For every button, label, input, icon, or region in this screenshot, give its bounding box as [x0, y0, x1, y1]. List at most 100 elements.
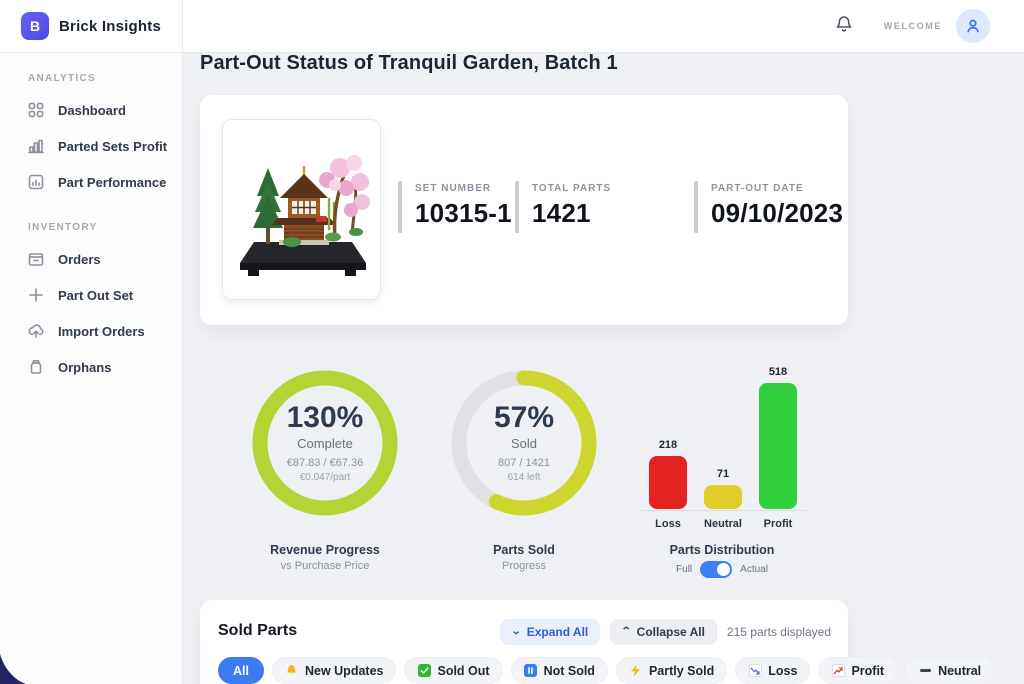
parts-distribution-chart: 218 71 518 Loss Neutral Profit	[640, 362, 808, 532]
sidebar-item-label: Orders	[58, 252, 101, 267]
notifications-bell-icon[interactable]	[834, 14, 854, 39]
sidebar-item-dashboard[interactable]: Dashboard	[0, 92, 182, 128]
box-icon	[27, 250, 45, 268]
stat-label: PART-OUT DATE	[711, 183, 843, 194]
chip-label: Not Sold	[544, 664, 595, 678]
chip-label: New Updates	[305, 664, 384, 678]
bar-chart-icon	[27, 137, 45, 155]
donut-detail-2: 614 left	[508, 472, 541, 483]
bar-loss[interactable]	[649, 456, 687, 509]
collapse-all-button[interactable]: ⌃ Collapse All	[610, 619, 717, 645]
revenue-progress-caption: Revenue Progress vs Purchase Price	[215, 543, 435, 572]
sidebar-item-parted-sets-profit[interactable]: Parted Sets Profit	[0, 128, 182, 164]
sidebar-item-orphans[interactable]: Orphans	[0, 349, 182, 385]
minus-icon	[918, 664, 932, 678]
set-image[interactable]	[222, 119, 381, 300]
filter-chip-not-sold[interactable]: Not Sold	[511, 657, 608, 684]
expand-all-button[interactable]: ⌄ Expand All	[500, 619, 600, 645]
filter-chip-all[interactable]: All	[218, 657, 264, 684]
stat-value: 10315-1	[415, 198, 512, 229]
brand-name: Brick Insights	[59, 18, 161, 35]
filter-chips: All New Updates Sold Out Not Sold	[218, 657, 994, 684]
bar-label-loss: Loss	[649, 518, 687, 530]
bar-profit[interactable]	[759, 383, 797, 509]
sidebar-item-label: Part Out Set	[58, 288, 133, 303]
toggle-knob	[717, 563, 730, 576]
sidebar-nav: ANALYTICS Dashboard Parted Sets Profit P…	[0, 53, 182, 385]
bar-plot-area	[640, 362, 808, 511]
filter-chip-loss[interactable]: Loss	[735, 657, 810, 684]
parts-sold-caption: Parts Sold Progress	[414, 543, 634, 572]
bar-value-loss: 218	[649, 439, 687, 451]
donut-label: Sold	[511, 436, 537, 451]
performance-chart-icon	[27, 173, 45, 191]
sidebar-item-part-out-set[interactable]: Part Out Set	[0, 277, 182, 313]
top-header: WELCOME	[183, 0, 1024, 53]
chevron-up-icon: ⌃	[621, 627, 632, 637]
toggle-left-label[interactable]: Full	[676, 564, 692, 575]
sidebar-item-label: Part Performance	[58, 175, 166, 190]
bell-icon	[285, 664, 299, 678]
donut-detail-1: €87.83 / €67.36	[287, 457, 363, 469]
filter-chip-profit[interactable]: Profit	[818, 657, 897, 684]
stat-total-parts: TOTAL PARTS 1421	[515, 181, 611, 233]
donut-percent: 57%	[494, 403, 554, 433]
filter-chip-sold-out[interactable]: Sold Out	[404, 657, 502, 684]
user-avatar[interactable]	[956, 9, 990, 43]
app-window: B Brick Insights ANALYTICS Dashboard Par…	[0, 0, 1024, 684]
chip-label: All	[233, 664, 249, 678]
sold-parts-title: Sold Parts	[218, 622, 297, 640]
sidebar-item-import-orders[interactable]: Import Orders	[0, 313, 182, 349]
tranquil-garden-illustration	[232, 130, 372, 290]
stat-value: 09/10/2023	[711, 198, 843, 229]
donut-percent: 130%	[287, 403, 364, 433]
chart-down-icon	[748, 664, 762, 678]
brand-logo-icon: B	[21, 12, 49, 40]
bar-label-profit: Profit	[759, 518, 797, 530]
chart-up-icon	[831, 664, 845, 678]
sidebar-item-label: Dashboard	[58, 103, 126, 118]
full-actual-toggle[interactable]	[700, 561, 732, 578]
caption-subtitle: Progress	[414, 560, 634, 572]
sidebar-item-label: Orphans	[58, 360, 111, 375]
sidebar: B Brick Insights ANALYTICS Dashboard Par…	[0, 0, 183, 684]
stat-label: SET NUMBER	[415, 183, 512, 194]
nav-section-analytics: ANALYTICS	[28, 73, 182, 84]
chevron-down-icon: ⌄	[511, 627, 522, 637]
cloud-upload-icon	[27, 322, 45, 340]
stat-label: TOTAL PARTS	[532, 183, 611, 194]
donut-detail-1: 807 / 1421	[498, 457, 550, 469]
collapse-all-label: Collapse All	[637, 625, 705, 639]
chip-label: Neutral	[938, 664, 981, 678]
filter-chip-partly-sold[interactable]: Partly Sold	[616, 657, 727, 684]
chip-label: Partly Sold	[649, 664, 714, 678]
sidebar-item-label: Parted Sets Profit	[58, 139, 167, 154]
bar-label-neutral: Neutral	[704, 518, 742, 530]
chip-label: Sold Out	[437, 664, 489, 678]
toggle-right-label[interactable]: Actual	[740, 564, 768, 575]
bar-value-profit: 518	[759, 366, 797, 378]
jar-icon	[27, 358, 45, 376]
chip-label: Loss	[768, 664, 797, 678]
lightning-icon	[629, 664, 643, 678]
filter-chip-neutral[interactable]: Neutral	[905, 657, 994, 684]
plus-icon	[27, 286, 45, 304]
brand-header[interactable]: B Brick Insights	[0, 0, 182, 53]
chip-label: Profit	[851, 664, 884, 678]
mouse-cursor	[0, 654, 26, 684]
sidebar-item-orders[interactable]: Orders	[0, 241, 182, 277]
filter-chip-new-updates[interactable]: New Updates	[272, 657, 397, 684]
parts-count-label: 215 parts displayed	[727, 625, 831, 639]
bar-neutral[interactable]	[704, 485, 742, 509]
nav-section-inventory: INVENTORY	[28, 222, 182, 233]
check-icon	[417, 664, 431, 678]
sidebar-item-label: Import Orders	[58, 324, 145, 339]
caption-subtitle: vs Purchase Price	[215, 560, 435, 572]
caption-title: Parts Distribution	[612, 543, 832, 557]
caption-title: Revenue Progress	[215, 543, 435, 557]
sidebar-item-part-performance[interactable]: Part Performance	[0, 164, 182, 200]
sold-parts-card: Sold Parts ⌄ Expand All ⌃ Collapse All 2…	[200, 600, 848, 684]
welcome-label: WELCOME	[884, 21, 942, 31]
pause-icon	[524, 664, 538, 678]
stat-value: 1421	[532, 198, 611, 229]
